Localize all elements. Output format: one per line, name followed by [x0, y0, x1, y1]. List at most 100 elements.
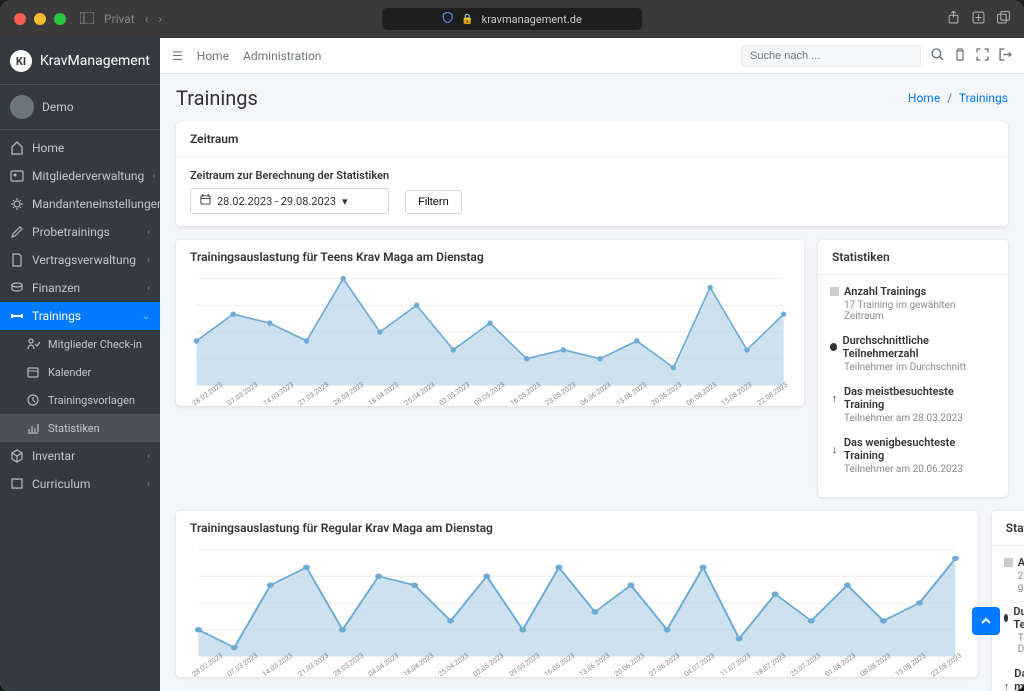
- stat-title-text: Das wenigbesuchteste Training: [844, 436, 996, 462]
- calendar-icon: [200, 194, 211, 208]
- stat-title-text: Anzahl Trainings: [1018, 556, 1024, 569]
- sidebar-item-mitgliederverwaltung[interactable]: Mitgliederverwaltung ‹: [0, 162, 160, 190]
- stat-title-text: Das meistbesuchteste Training: [1014, 667, 1024, 691]
- sidebar-item-label: Home: [32, 141, 64, 155]
- minimize-window-button[interactable]: [34, 13, 46, 25]
- sidebar-item-mitglieder-check-in[interactable]: Mitglieder Check-in: [0, 330, 160, 358]
- close-window-button[interactable]: [14, 13, 26, 25]
- page-header: Trainings Home / Trainings: [160, 74, 1024, 122]
- circle-marker-icon: [1004, 614, 1009, 622]
- back-button[interactable]: ‹: [145, 12, 149, 26]
- tabs-icon[interactable]: [997, 11, 1010, 28]
- new-tab-icon[interactable]: [972, 11, 985, 28]
- share-icon[interactable]: [947, 11, 960, 28]
- breadcrumb: Home / Trainings: [908, 91, 1008, 105]
- stat-title: Das meistbesuchteste Training: [1004, 667, 1024, 691]
- window-controls: [14, 13, 66, 25]
- filter-label: Zeitraum zur Berechnung der Statistiken: [190, 169, 389, 182]
- logout-icon[interactable]: [999, 48, 1012, 64]
- sidebar-item-home[interactable]: Home: [0, 134, 160, 162]
- topbar-link-admin[interactable]: Administration: [243, 49, 321, 63]
- stat-title: Das wenigbesuchteste Training: [830, 436, 996, 462]
- page-title: Trainings: [176, 86, 258, 110]
- stat-block: Durchschnittliche Teilnehmerzahl Teilneh…: [1004, 605, 1024, 655]
- chevron-down-icon: ▾: [342, 195, 348, 208]
- calendar-icon: [26, 365, 40, 379]
- stat-title-text: Anzahl Trainings: [844, 285, 926, 298]
- stats-card-header: Statistiken: [818, 240, 1008, 275]
- breadcrumb-home[interactable]: Home: [908, 91, 940, 105]
- date-range-picker[interactable]: 28.02.2023 - 29.08.2023 ▾: [190, 188, 389, 214]
- chevron-left-icon: ‹: [147, 283, 150, 294]
- chevron-down-icon: ⌄: [142, 311, 150, 322]
- stat-title: Durchschnittliche Teilnehmerzahl: [830, 334, 996, 360]
- stat-block: Anzahl Trainings 22 Training im gewählte…: [1004, 556, 1024, 593]
- sidebar-item-trainingsvorlagen[interactable]: Trainingsvorlagen: [0, 386, 160, 414]
- fullscreen-icon[interactable]: [976, 48, 989, 64]
- maximize-window-button[interactable]: [54, 13, 66, 25]
- check-in-icon: [26, 337, 40, 351]
- sidebar-item-label: Trainingsvorlagen: [48, 394, 135, 407]
- sidebar-item-probetrainings[interactable]: Probetrainings ‹: [0, 218, 160, 246]
- sidebar-item-curriculum[interactable]: Curriculum ‹: [0, 470, 160, 498]
- sidebar-item-vertragsverwaltung[interactable]: Vertragsverwaltung ‹: [0, 246, 160, 274]
- chart-icon: [26, 421, 40, 435]
- sidebar-item-label: Kalender: [48, 366, 91, 379]
- circle-marker-icon: [830, 343, 837, 351]
- sidebar-item-statistiken[interactable]: Statistiken: [0, 414, 160, 442]
- stat-block: Durchschnittliche Teilnehmerzahl Teilneh…: [830, 334, 996, 373]
- filter-card-header: Zeitraum: [176, 122, 1008, 157]
- sidebar-item-inventar[interactable]: Inventar ‹: [0, 442, 160, 470]
- chart-x-labels: 28.02.202307.03.202314.03.202321.03.2023…: [190, 661, 964, 669]
- breadcrumb-current[interactable]: Trainings: [959, 91, 1008, 105]
- search-icon[interactable]: [931, 48, 944, 64]
- sidebar-item-label: Inventar: [32, 449, 75, 463]
- sidebar-item-label: Mandanteneinstellungen: [32, 197, 160, 211]
- sidebar: KI KravManagement Demo Home Mitgliederve…: [0, 38, 160, 691]
- breadcrumb-separator: /: [947, 91, 952, 105]
- file-icon: [10, 253, 24, 267]
- stat-title: Anzahl Trainings: [1004, 556, 1024, 569]
- sidebar-item-label: Vertragsverwaltung: [32, 253, 136, 267]
- sidebar-item-label: Trainings: [32, 309, 81, 323]
- filter-button[interactable]: Filtern: [405, 190, 462, 214]
- chevron-left-icon: ‹: [147, 479, 150, 490]
- scroll-top-button[interactable]: [972, 607, 1000, 635]
- stat-title-text: Durchschnittliche Teilnehmerzahl: [842, 334, 996, 360]
- url-bar[interactable]: 🔒 kravmanagement.de: [382, 8, 642, 30]
- topbar-link-home[interactable]: Home: [197, 49, 229, 63]
- sidebar-item-finanzen[interactable]: Finanzen ‹: [0, 274, 160, 302]
- sidebar-item-trainings[interactable]: Trainings ⌄: [0, 302, 160, 330]
- stat-title: Durchschnittliche Teilnehmerzahl: [1004, 605, 1024, 631]
- arrow-up-marker-icon: [1004, 682, 1010, 691]
- brand[interactable]: KI KravManagement: [0, 38, 160, 85]
- date-range-text: 28.02.2023 - 29.08.2023: [217, 195, 336, 208]
- sidebar-item-label: Statistiken: [48, 422, 100, 435]
- stats-card-1: Statistiken Anzahl Trainings 22 Training…: [992, 511, 1024, 691]
- stat-subtitle: Teilnehmer am 20.06.2023: [830, 464, 996, 475]
- chart-x-labels: 28.02.202307.03.202314.03.202321.03.2023…: [190, 390, 790, 398]
- search-input[interactable]: [741, 45, 921, 67]
- trash-icon[interactable]: [954, 48, 966, 64]
- user-panel[interactable]: Demo: [0, 85, 160, 130]
- sidebar-item-mandanteneinstellungen[interactable]: Mandanteneinstellungen ‹: [0, 190, 160, 218]
- chart-area: [190, 543, 964, 663]
- stat-block: Das meistbesuchteste Training Teilnehmer…: [1004, 667, 1024, 691]
- stat-subtitle: Teilnehmer im Durchschnitt: [830, 362, 996, 373]
- brand-name: KravManagement: [40, 53, 150, 69]
- stat-title: Das meistbesuchteste Training: [830, 385, 996, 411]
- sidebar-item-label: Mitglieder Check-in: [48, 338, 142, 351]
- stat-subtitle: 17 Training im gewählten Zeitraum: [830, 300, 996, 322]
- arrow-down-marker-icon: [830, 445, 839, 454]
- brand-logo: KI: [10, 50, 32, 72]
- user-card-icon: [10, 169, 24, 183]
- chevron-left-icon: ‹: [147, 227, 150, 238]
- sidebar-item-label: Finanzen: [32, 281, 80, 295]
- hamburger-icon[interactable]: ☰: [172, 49, 183, 63]
- shield-icon: [442, 12, 453, 26]
- sidebar-item-kalender[interactable]: Kalender: [0, 358, 160, 386]
- lock-icon: 🔒: [461, 14, 473, 25]
- sidebar-toggle-icon[interactable]: [80, 12, 94, 27]
- forward-button[interactable]: ›: [158, 12, 162, 26]
- home-icon: [10, 141, 24, 155]
